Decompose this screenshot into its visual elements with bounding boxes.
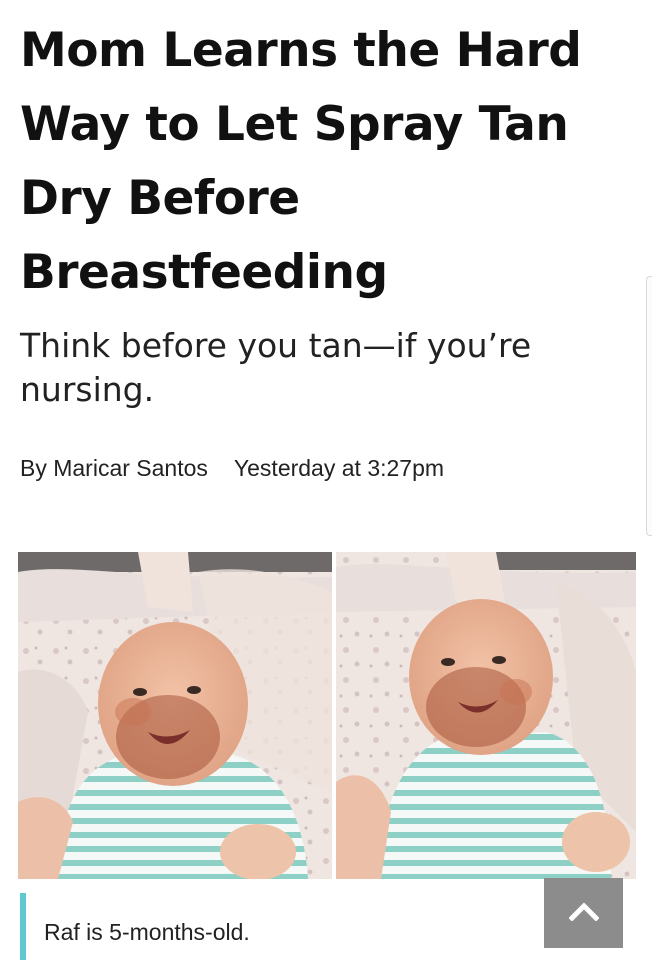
baby-photo-left: [18, 552, 332, 879]
byline: By Maricar Santos Yesterday at 3:27pm: [20, 451, 444, 485]
baby-photo-right: [336, 552, 636, 879]
chevron-up-icon: [567, 901, 600, 926]
article-subtitle: Think before you tan—if you’re nursing.: [20, 326, 532, 409]
caption-accent-bar: [20, 893, 26, 960]
back-to-top-button[interactable]: [544, 878, 623, 948]
publish-date: Yesterday at 3:27pm: [233, 455, 445, 481]
author-name[interactable]: By Maricar Santos: [20, 455, 208, 481]
photo-caption: Raf is 5-months-old.: [44, 919, 250, 945]
article-title: Mom Learns the Hard Way to Let Spray Tan…: [20, 23, 582, 300]
scrollbar[interactable]: [646, 276, 652, 536]
